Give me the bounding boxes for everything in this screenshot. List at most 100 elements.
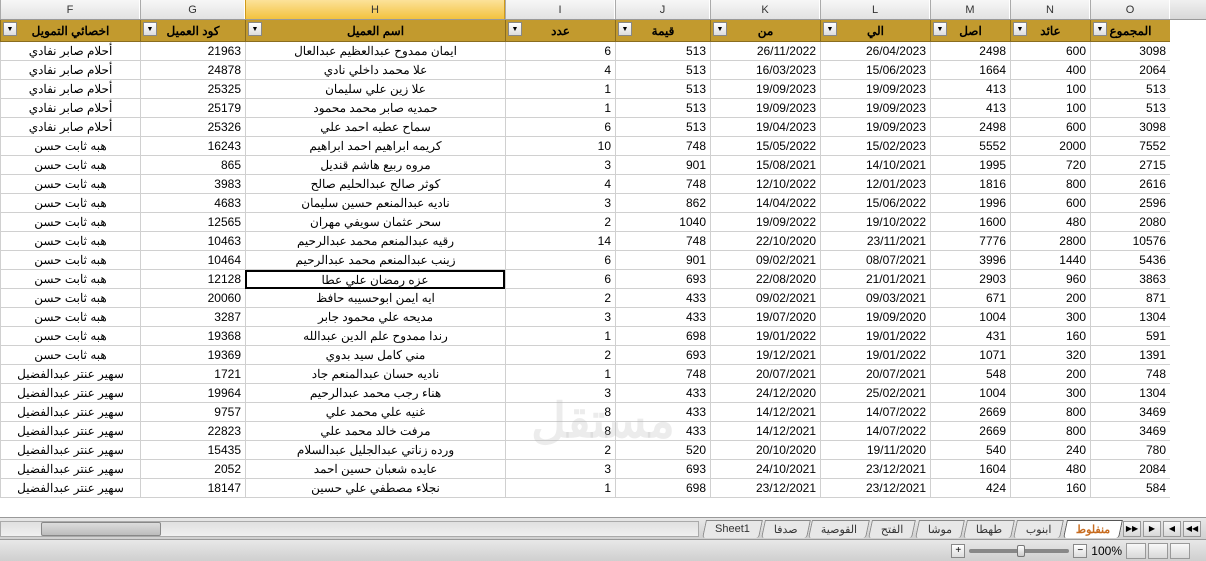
cell-L[interactable]: 19/09/2023 (820, 118, 930, 137)
header-cell-O[interactable]: المجموع▼ (1090, 20, 1170, 42)
cell-N[interactable]: 1440 (1010, 251, 1090, 270)
cell-G[interactable]: 24878 (140, 61, 245, 80)
cell-F[interactable]: هبه ثابت حسن (0, 137, 140, 156)
cell-K[interactable]: 20/10/2020 (710, 441, 820, 460)
cell-H[interactable]: سحر عثمان سويفي مهران (245, 213, 505, 232)
cell-M[interactable]: 2903 (930, 270, 1010, 289)
cell-K[interactable]: 24/10/2021 (710, 460, 820, 479)
cell-O[interactable]: 1391 (1090, 346, 1170, 365)
cell-H[interactable]: مني كامل سيد بدوي (245, 346, 505, 365)
cell-L[interactable]: 19/09/2023 (820, 99, 930, 118)
cell-O[interactable]: 748 (1090, 365, 1170, 384)
zoom-slider-handle[interactable] (1017, 545, 1025, 557)
cell-G[interactable]: 12565 (140, 213, 245, 232)
cell-I[interactable]: 1 (505, 327, 615, 346)
cell-I[interactable]: 3 (505, 308, 615, 327)
cell-K[interactable]: 16/03/2023 (710, 61, 820, 80)
cell-M[interactable]: 548 (930, 365, 1010, 384)
cell-I[interactable]: 3 (505, 384, 615, 403)
cell-F[interactable]: هبه ثابت حسن (0, 194, 140, 213)
header-cell-L[interactable]: الي▼ (820, 20, 930, 42)
sheet-tab[interactable]: موشا (915, 520, 965, 538)
cell-H[interactable]: ناديه حسان عبدالمنعم جاد (245, 365, 505, 384)
cell-M[interactable]: 1004 (930, 308, 1010, 327)
cell-I[interactable]: 3 (505, 460, 615, 479)
cell-M[interactable]: 2669 (930, 403, 1010, 422)
filter-dropdown-button[interactable]: ▼ (933, 22, 947, 36)
cell-M[interactable]: 2498 (930, 42, 1010, 61)
header-cell-M[interactable]: اصل▼ (930, 20, 1010, 42)
cell-O[interactable]: 1304 (1090, 308, 1170, 327)
sheet-tab[interactable]: منفلوط (1063, 520, 1123, 538)
cell-O[interactable]: 2064 (1090, 61, 1170, 80)
cell-L[interactable]: 19/10/2022 (820, 213, 930, 232)
cell-G[interactable]: 19964 (140, 384, 245, 403)
cell-J[interactable]: 693 (615, 460, 710, 479)
cell-M[interactable]: 1816 (930, 175, 1010, 194)
cell-O[interactable]: 2080 (1090, 213, 1170, 232)
cell-F[interactable]: هبه ثابت حسن (0, 346, 140, 365)
cell-I[interactable]: 4 (505, 61, 615, 80)
cell-H[interactable]: حمديه صابر محمد محمود (245, 99, 505, 118)
cell-G[interactable]: 19368 (140, 327, 245, 346)
horizontal-scrollbar[interactable] (0, 521, 699, 537)
cell-O[interactable]: 2715 (1090, 156, 1170, 175)
cell-N[interactable]: 480 (1010, 460, 1090, 479)
cell-O[interactable]: 2084 (1090, 460, 1170, 479)
cell-O[interactable]: 591 (1090, 327, 1170, 346)
cell-K[interactable]: 09/02/2021 (710, 289, 820, 308)
cell-L[interactable]: 15/06/2023 (820, 61, 930, 80)
cell-F[interactable]: سهير عنتر عبدالفضيل (0, 460, 140, 479)
cell-L[interactable]: 14/10/2021 (820, 156, 930, 175)
cell-H[interactable]: ناديه عبدالمنعم حسين سليمان (245, 194, 505, 213)
column-header-N[interactable]: N (1010, 0, 1090, 19)
cell-J[interactable]: 698 (615, 479, 710, 498)
cell-N[interactable]: 800 (1010, 422, 1090, 441)
cell-J[interactable]: 748 (615, 232, 710, 251)
column-header-G[interactable]: G (140, 0, 245, 19)
cell-H[interactable]: كوثر صالح عبدالحليم صالح (245, 175, 505, 194)
cell-G[interactable]: 865 (140, 156, 245, 175)
cell-O[interactable]: 7552 (1090, 137, 1170, 156)
cell-H[interactable]: هناء رجب محمد عبدالرحيم (245, 384, 505, 403)
cell-I[interactable]: 3 (505, 194, 615, 213)
cell-H[interactable]: مروه ربيع هاشم قنديل (245, 156, 505, 175)
cell-M[interactable]: 413 (930, 80, 1010, 99)
cell-F[interactable]: هبه ثابت حسن (0, 270, 140, 289)
cell-O[interactable]: 3469 (1090, 403, 1170, 422)
cell-G[interactable]: 4683 (140, 194, 245, 213)
cell-K[interactable]: 14/04/2022 (710, 194, 820, 213)
cell-I[interactable]: 10 (505, 137, 615, 156)
column-header-O[interactable]: O (1090, 0, 1170, 19)
cell-O[interactable]: 513 (1090, 80, 1170, 99)
cell-K[interactable]: 19/07/2020 (710, 308, 820, 327)
cell-J[interactable]: 513 (615, 80, 710, 99)
cell-G[interactable]: 15435 (140, 441, 245, 460)
cell-I[interactable]: 6 (505, 42, 615, 61)
cell-N[interactable]: 160 (1010, 327, 1090, 346)
cell-N[interactable]: 800 (1010, 175, 1090, 194)
tab-nav-first[interactable]: ◀◀ (1183, 521, 1201, 537)
cell-F[interactable]: أحلام صابر نفادي (0, 99, 140, 118)
cell-M[interactable]: 413 (930, 99, 1010, 118)
filter-dropdown-button[interactable]: ▼ (1013, 22, 1027, 36)
cell-H[interactable]: زينب عبدالمنعم محمد عبدالرحيم (245, 251, 505, 270)
cell-I[interactable]: 8 (505, 422, 615, 441)
cell-G[interactable]: 25326 (140, 118, 245, 137)
sheet-tab[interactable]: طهطا (963, 520, 1015, 538)
cell-G[interactable]: 9757 (140, 403, 245, 422)
cell-F[interactable]: هبه ثابت حسن (0, 327, 140, 346)
cell-N[interactable]: 600 (1010, 42, 1090, 61)
cell-G[interactable]: 20060 (140, 289, 245, 308)
column-header-K[interactable]: K (710, 0, 820, 19)
view-normal-button[interactable] (1170, 543, 1190, 559)
cell-I[interactable]: 8 (505, 403, 615, 422)
cell-L[interactable]: 19/01/2022 (820, 327, 930, 346)
tab-nav-next[interactable]: ▶ (1143, 521, 1161, 537)
cell-L[interactable]: 14/07/2022 (820, 422, 930, 441)
cell-H[interactable]: رندا ممدوح علم الدين عبدالله (245, 327, 505, 346)
cell-J[interactable]: 901 (615, 156, 710, 175)
header-cell-H[interactable]: اسم العميل▼ (245, 20, 505, 42)
cell-H[interactable]: غنيه علي محمد علي (245, 403, 505, 422)
view-layout-button[interactable] (1148, 543, 1168, 559)
